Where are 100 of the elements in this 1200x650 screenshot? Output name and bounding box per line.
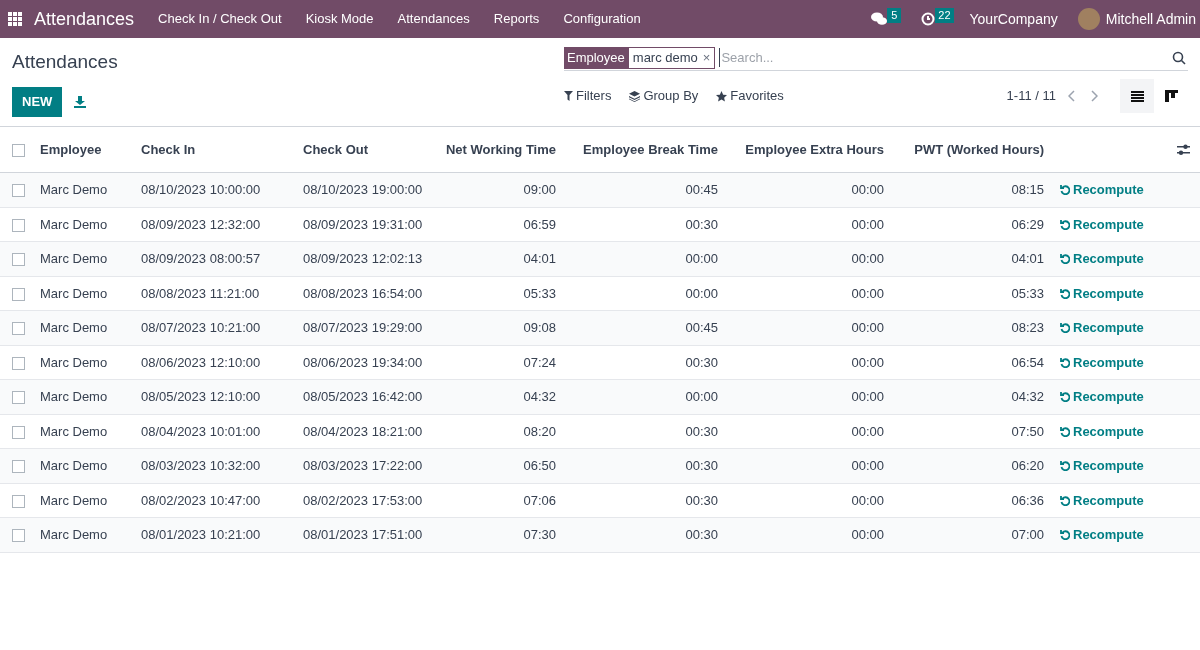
table-cell: Marc Demo bbox=[40, 216, 108, 232]
table-cell: 04:01 bbox=[523, 251, 556, 266]
table-cell: 08/06/2023 19:34:00 bbox=[303, 354, 423, 370]
company-switcher[interactable]: YourCompany bbox=[969, 8, 1058, 30]
checkbox[interactable] bbox=[12, 425, 25, 439]
table-cell: 00:00 bbox=[851, 251, 884, 266]
filter-dropdown[interactable]: Filters bbox=[564, 86, 612, 106]
menu-item[interactable]: Reports bbox=[481, 9, 552, 29]
table-cell: 08:20 bbox=[523, 423, 556, 439]
table-cell: 00:00 bbox=[851, 354, 884, 370]
chat-icon[interactable] bbox=[871, 12, 888, 26]
table-cell: 00:30 bbox=[685, 527, 718, 542]
column-header[interactable]: Employee bbox=[40, 141, 102, 157]
checkbox[interactable] bbox=[12, 356, 25, 370]
menu-item[interactable]: Check In / Check Out bbox=[146, 9, 294, 29]
filter-dropdown[interactable]: Favorites bbox=[716, 86, 784, 106]
view-switch[interactable] bbox=[1120, 79, 1154, 113]
checkbox[interactable] bbox=[12, 143, 25, 157]
next-icon[interactable] bbox=[1090, 90, 1098, 102]
search-icon[interactable] bbox=[1172, 50, 1186, 65]
table-cell: 08/04/2023 18:21:00 bbox=[303, 423, 423, 439]
table-cell: 00:00 bbox=[851, 458, 884, 473]
sliders-icon[interactable] bbox=[1177, 144, 1190, 157]
menu-item[interactable]: Configuration bbox=[551, 9, 653, 29]
filter-icon bbox=[564, 91, 573, 101]
table-cell: 07:00 bbox=[1011, 527, 1044, 542]
clock-icon[interactable] bbox=[921, 12, 936, 26]
checkbox[interactable] bbox=[12, 529, 25, 543]
table-cell: 00:00 bbox=[851, 527, 884, 542]
table-cell: 09:08 bbox=[523, 320, 556, 335]
checkbox[interactable] bbox=[12, 287, 25, 301]
recompute-button[interactable]: Recompute bbox=[1060, 283, 1144, 303]
recompute-button[interactable]: Recompute bbox=[1060, 180, 1144, 200]
column-header[interactable]: PWT (Worked Hours) bbox=[914, 141, 1044, 157]
column-header[interactable]: Check Out bbox=[303, 141, 368, 157]
facet-label: Employee bbox=[564, 46, 628, 69]
recompute-button[interactable]: Recompute bbox=[1060, 249, 1144, 269]
table-cell: 00:00 bbox=[851, 389, 884, 404]
column-header[interactable]: Check In bbox=[141, 141, 196, 157]
table-cell: 08/06/2023 12:10:00 bbox=[141, 354, 261, 370]
filter-dropdown[interactable]: Group By bbox=[629, 86, 699, 106]
refresh-icon bbox=[1060, 460, 1070, 472]
page-title: Attendances bbox=[12, 50, 119, 74]
recompute-button[interactable]: Recompute bbox=[1060, 318, 1144, 338]
star-icon bbox=[716, 90, 728, 102]
table-cell: 07:06 bbox=[523, 492, 556, 508]
checkbox[interactable] bbox=[12, 460, 25, 474]
refresh-icon bbox=[1060, 391, 1070, 403]
table-cell: 05:33 bbox=[1011, 285, 1044, 301]
search-input[interactable]: Search... bbox=[719, 47, 1172, 68]
table-cell: 06:36 bbox=[1011, 492, 1044, 508]
column-header[interactable]: Employee Break Time bbox=[583, 141, 718, 157]
table-cell: 08:23 bbox=[1011, 320, 1044, 335]
checkbox[interactable] bbox=[12, 494, 25, 508]
table-cell: 08/07/2023 10:21:00 bbox=[141, 320, 261, 335]
table-cell: 08/08/2023 16:54:00 bbox=[303, 285, 423, 301]
checkbox[interactable] bbox=[12, 218, 25, 232]
table-cell: 06:20 bbox=[1011, 458, 1044, 473]
table-cell: 04:01 bbox=[1011, 251, 1044, 266]
menu-item[interactable]: Attendances bbox=[385, 9, 482, 29]
table-cell: 08/04/2023 10:01:00 bbox=[141, 423, 261, 439]
column-header[interactable]: Net Working Time bbox=[445, 141, 556, 157]
table-cell: 08/09/2023 19:31:00 bbox=[303, 216, 423, 232]
checkbox[interactable] bbox=[12, 391, 25, 405]
table-cell: 00:00 bbox=[685, 251, 718, 266]
refresh-icon bbox=[1060, 322, 1070, 334]
table-cell: Marc Demo bbox=[40, 251, 108, 266]
recompute-button[interactable]: Recompute bbox=[1060, 387, 1144, 407]
table-cell: 06:50 bbox=[523, 458, 556, 473]
download-icon[interactable] bbox=[74, 95, 87, 108]
recompute-button[interactable]: Recompute bbox=[1060, 421, 1144, 441]
table-cell: 00:00 bbox=[851, 182, 884, 197]
column-header[interactable]: Employee Extra Hours bbox=[745, 141, 884, 157]
apps-menu-icon[interactable] bbox=[8, 12, 22, 26]
table-cell: 00:30 bbox=[685, 216, 718, 232]
table-cell: 00:00 bbox=[685, 285, 718, 301]
table-cell: 08/10/2023 19:00:00 bbox=[303, 182, 423, 197]
recompute-button[interactable]: Recompute bbox=[1060, 490, 1144, 510]
table-cell: 00:30 bbox=[685, 458, 718, 473]
table-cell: 08/07/2023 19:29:00 bbox=[303, 320, 423, 335]
table-cell: 08/09/2023 12:32:00 bbox=[141, 216, 261, 232]
avatar[interactable] bbox=[1077, 8, 1100, 30]
table-cell: Marc Demo bbox=[40, 320, 108, 335]
facet-remove[interactable]: × bbox=[702, 47, 711, 68]
table-cell: 07:50 bbox=[1011, 423, 1044, 439]
recompute-button[interactable]: Recompute bbox=[1060, 456, 1144, 476]
previous-icon[interactable] bbox=[1068, 90, 1076, 102]
table-cell: 08/10/2023 10:00:00 bbox=[141, 182, 261, 197]
recompute-button[interactable]: Recompute bbox=[1060, 214, 1144, 234]
menu-item[interactable]: Kiosk Mode bbox=[293, 9, 386, 29]
user-menu[interactable]: Mitchell Admin bbox=[1105, 8, 1196, 30]
checkbox[interactable] bbox=[12, 253, 25, 267]
search-bar[interactable]: Employee marc demo × Search... bbox=[564, 45, 1188, 71]
app-name[interactable]: Attendances bbox=[34, 5, 135, 33]
new-button[interactable]: NEW bbox=[12, 86, 63, 117]
table-cell: 00:30 bbox=[685, 354, 718, 370]
checkbox[interactable] bbox=[12, 322, 25, 336]
checkbox[interactable] bbox=[12, 184, 25, 198]
recompute-button[interactable]: Recompute bbox=[1060, 525, 1144, 545]
recompute-button[interactable]: Recompute bbox=[1060, 352, 1144, 372]
